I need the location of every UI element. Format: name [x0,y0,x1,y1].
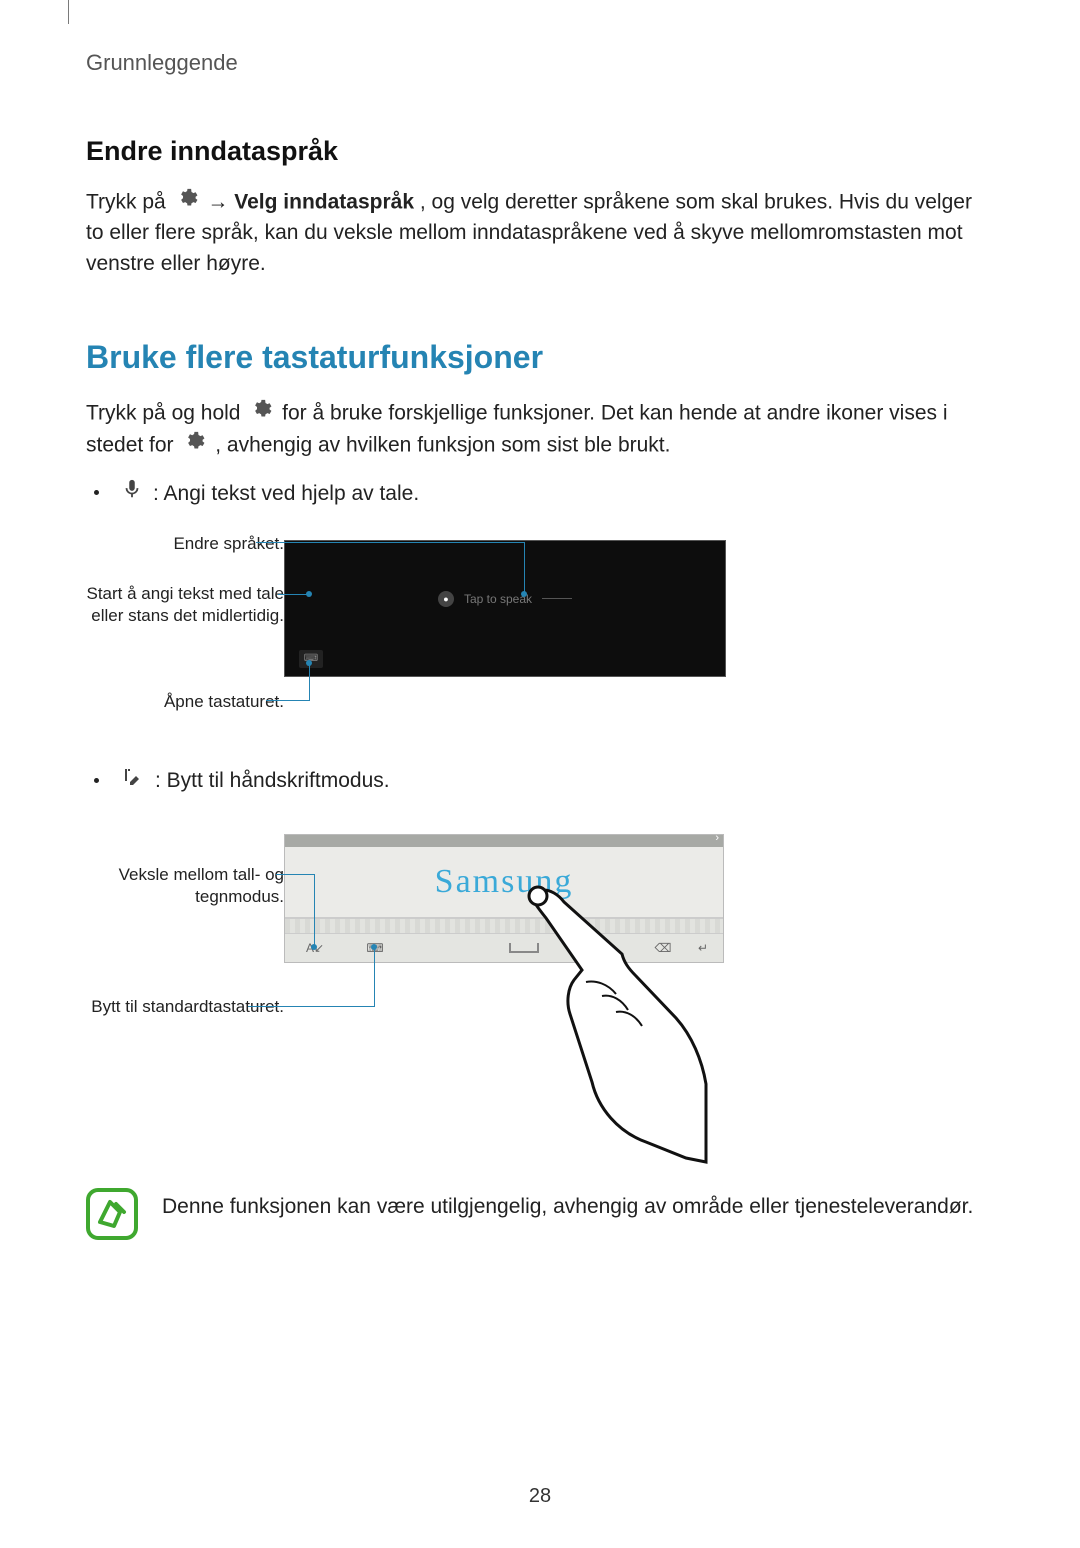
callout-line [276,874,314,875]
gear-icon [250,398,272,429]
section1-paragraph: Trykk på → Velg inndataspråk , og velg d… [86,187,994,279]
handwriting-panel: Samsung A↙ ⌨ ⌫ ↵ [284,834,724,963]
arrow-text: → [207,190,234,213]
page: Grunnleggende Endre inndataspråk Trykk p… [0,0,1080,1548]
voice-input-row: ● Tap to speak [299,591,711,607]
callout-line [374,948,375,1007]
handwriting-mode-icon [121,765,145,798]
text-fragment: Trykk på [86,190,172,213]
language-indicator[interactable] [542,598,572,599]
callout-label: Åpne tastaturet. [64,691,284,713]
callout-label: Veksle mellom tall- og tegnmodus. [64,864,284,908]
bullet-dot-icon [94,778,99,783]
voice-input-panel: ● Tap to speak ⌨ [284,540,726,677]
callout-node [521,591,527,597]
note-block: Denne funksjonen kan være utilgjengelig,… [86,1192,994,1245]
bullet-dot-icon [94,490,99,495]
diagram-handwriting: Veksle mellom tall- og tegnmodus. Bytt t… [86,826,994,1156]
enter-icon: ↵ [698,941,708,955]
callout-label: Bytt til standardtastaturet. [64,996,284,1018]
bold-text: Velg inndataspråk [234,190,414,213]
section-title-change-language: Endre inndataspråk [86,136,994,167]
callout-line [278,594,308,595]
page-number: 28 [86,1485,994,1508]
callout-line [248,1006,374,1007]
bullet-text: : Angi tekst ved hjelp av tale. [153,479,419,509]
section-title-keyboard-features: Bruke flere tastaturfunksjoner [86,339,994,376]
handwriting-sample-text: Samsung [435,863,574,901]
handwriting-canvas[interactable]: Samsung [285,847,723,918]
diagram-voice-input: Endre språket. Start å angi tekst med ta… [86,535,994,735]
header-tick [68,0,69,24]
text-fragment: , avhengig av hvilken funksjon som sist … [215,433,670,456]
bullet-item: : Angi tekst ved hjelp av tale. [86,477,994,510]
callout-line [256,542,524,543]
note-text: Denne funksjonen kan være utilgjengelig,… [162,1192,973,1222]
handwriting-toolbar: A↙ ⌨ ⌫ ↵ [285,934,723,962]
callout-line [309,663,310,701]
callout-node [306,660,312,666]
callout-label: Endre språket. [64,533,284,555]
space-button[interactable] [405,943,643,953]
space-icon [509,943,539,953]
backspace-button[interactable]: ⌫ [643,941,683,955]
gear-icon [183,430,205,461]
mic-button[interactable]: ● [438,591,454,607]
enter-button[interactable]: ↵ [683,941,723,955]
chapter-label: Grunnleggende [86,50,994,76]
callout-node [306,591,312,597]
backspace-icon: ⌫ [655,941,672,955]
callout-line [524,542,525,594]
handwriting-scrollstrip [285,918,723,934]
bullet-text: : Bytt til håndskriftmodus. [155,766,390,796]
text-fragment: Trykk på og hold [86,402,246,425]
section2-paragraph: Trykk på og hold for å bruke forskjellig… [86,398,994,461]
callout-line [314,874,315,947]
gear-icon [176,187,198,218]
bullet-item: : Bytt til håndskriftmodus. [86,765,994,798]
callout-label: Start å angi tekst med tale eller stans … [64,583,284,627]
handwriting-topbar[interactable] [285,835,723,847]
note-icon [86,1188,138,1245]
microphone-icon [121,477,143,510]
callout-line [266,700,309,701]
mic-glyph-icon: ● [443,594,448,604]
